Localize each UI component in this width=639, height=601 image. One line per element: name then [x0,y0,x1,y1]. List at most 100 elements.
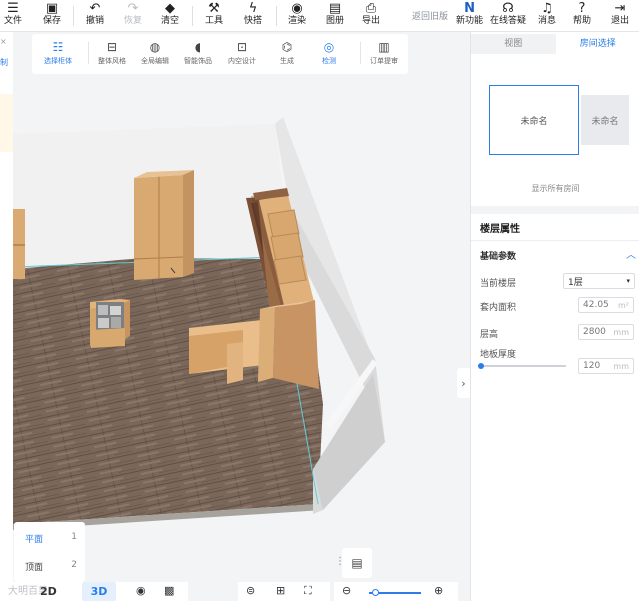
exit-icon: ⇥ [614,0,626,16]
bell-icon: ♫ [541,0,553,16]
show-all-rooms[interactable]: 显示所有房间 [471,183,639,194]
tall-cabinet [133,170,194,280]
camera-icon: ◉ [291,0,303,16]
current-floor-select[interactable]: 1层 ▾ [563,273,635,289]
floor-thickness-slider[interactable] [478,363,566,369]
section-divider [471,240,639,241]
top-toolbar: ☰ 文件 ▣ 保存 ↶ 撤销 ↷ 恢复 ◆ 清空 ⚒ 工具 ϟ 快搭 ◉ 渲染 ▤ 图册 ⎙ 导出 … [0,0,639,32]
right-panel-tabs: 视图 房间选择 [471,34,639,54]
interior-design-icon: ⊡ [236,40,248,54]
headset-icon: ☊ [502,0,514,16]
toolbar-divider [88,42,89,64]
undo-icon: ↶ [89,0,101,16]
caret-down-icon: ▾ [626,277,630,285]
overall-style-button[interactable]: ⊟ 整体风格 [98,38,126,66]
chevron-up-icon[interactable]: ︿ [626,246,636,261]
toolbar-divider [192,6,193,26]
check-button[interactable]: ◎ 检测 [322,38,336,66]
new-feature-icon: N [464,0,475,16]
order-icon: ▥ [378,40,390,54]
zoom-in-icon[interactable]: ⊕ [434,584,443,597]
online-qa-button[interactable]: ☊ 在线答疑 [490,1,526,31]
left-cabinet-edge [13,209,25,279]
left-sidebar-tab[interactable]: 制 [0,57,8,68]
eye-icon[interactable]: ◉ [136,584,146,597]
global-edit-button[interactable]: ◍ 全局编辑 [141,38,169,66]
tools-button[interactable]: ⚒ 工具 [205,1,223,31]
album-button[interactable]: ▤ 图册 [326,1,344,31]
hob-island [90,299,130,348]
cube-icon[interactable]: ▩ [164,584,174,597]
back-to-old-version-link[interactable]: 返回旧版 [412,9,448,22]
exit-button[interactable]: ⇥ 退出 [611,1,629,31]
toggle-icon[interactable]: ⊜ [246,584,255,597]
quick-build-button[interactable]: ϟ 快搭 [244,1,262,31]
export-button[interactable]: ⎙ 导出 [362,1,380,31]
right-panel: 视图 房间选择 未命名 未命名 显示所有房间 楼层属性 基础参数 ︿ 当前楼层 … [470,32,639,601]
messages-button[interactable]: ♫ 消息 [538,1,556,31]
basic-params-title: 基础参数 [480,252,517,262]
save-button[interactable]: ▣ 保存 [43,1,61,31]
camera-settings-icon[interactable]: ⊞ [276,584,285,597]
chevron-right-icon: › [461,376,466,390]
save-icon: ▣ [45,0,59,16]
album-icon: ▤ [328,0,342,16]
export-icon: ⎙ [365,0,377,16]
design-toolbar: ☷ 选择柜体 ⊟ 整体风格 ◍ 全局编辑 ◖ 智能饰品 ⊡ 内空设计 ⌬ 生成 ◎ 检测 ▥ 订… [32,34,408,74]
global-edit-icon: ◍ [149,40,161,54]
redo-icon: ↷ [127,0,139,16]
floor-height-input[interactable]: 2800 mm [578,324,634,340]
floor-height-label: 层高 [480,330,499,340]
tab-view[interactable]: 视图 [471,34,556,54]
toolbar-divider [73,6,74,26]
camera-tools-bar: ⊜ ⊞ ⛶ [238,582,330,601]
visibility-bar: ◉ ▩ [124,582,188,601]
left-sidebar-highlight [0,94,13,152]
redo-button[interactable]: ↷ 恢复 [124,1,142,31]
smart-decor-icon: ◖ [194,40,202,54]
current-floor-label: 当前楼层 [480,279,517,289]
view-item-ceiling[interactable]: 顶面 2 [25,560,77,573]
room-card[interactable]: 未命名 [581,95,629,145]
floor-properties-title: 楼层属性 [480,224,520,235]
panel-divider [471,206,639,214]
fit-view-icon[interactable]: ⛶ [304,584,312,598]
menu-icon: ☰ [7,0,19,16]
eraser-icon: ◆ [165,0,175,16]
area-field: 42.05 m² [578,297,634,313]
interior-design-button[interactable]: ⊡ 内空设计 [228,38,256,66]
generate-icon: ⌬ [281,40,293,54]
clipboard-icon[interactable]: ▤ [342,548,372,578]
room-card[interactable]: 未命名 [489,85,579,155]
help-icon: ? [578,0,586,16]
style-icon: ⊟ [106,40,118,54]
select-cabinet-button[interactable]: ☷ 选择柜体 [44,38,72,66]
mode-2d-button[interactable]: 2D [40,585,57,598]
help-button[interactable]: ? 帮助 [573,1,591,31]
file-menu-button[interactable]: ☰ 文件 [4,1,22,31]
smart-decor-button[interactable]: ◖ 智能饰品 [184,38,212,66]
zoom-out-icon[interactable]: ⊖ [342,584,351,597]
zoom-slider-handle[interactable] [371,589,379,596]
order-review-button[interactable]: ▥ 订单提审 [370,38,398,66]
area-label: 套内面积 [480,303,517,313]
tab-room-select[interactable]: 房间选择 [555,34,639,54]
lightning-icon: ϟ [248,0,258,16]
toolbar-divider [276,6,277,26]
floor-thickness-input[interactable]: 120 mm [578,358,634,374]
render-button[interactable]: ◉ 渲染 [288,1,306,31]
collapse-panel-button[interactable]: › [457,368,470,398]
clear-button[interactable]: ◆ 清空 [161,1,179,31]
wrench-icon: ⚒ [208,0,220,16]
mode-3d-button[interactable]: 3D [82,582,116,601]
close-icon[interactable]: × [0,37,7,46]
3d-viewport[interactable] [13,74,457,582]
new-feature-button[interactable]: N 新功能 [456,1,483,31]
slider-handle[interactable] [478,363,484,369]
generate-button[interactable]: ⌬ 生成 [280,38,294,66]
toolbar-divider [360,42,361,64]
floor-thickness-label: 地板厚度 [480,350,517,360]
view-item-plan[interactable]: 平面 1 [25,532,77,545]
drag-handle-icon[interactable]: ⋮ [335,556,345,567]
undo-button[interactable]: ↶ 撤销 [86,1,104,31]
